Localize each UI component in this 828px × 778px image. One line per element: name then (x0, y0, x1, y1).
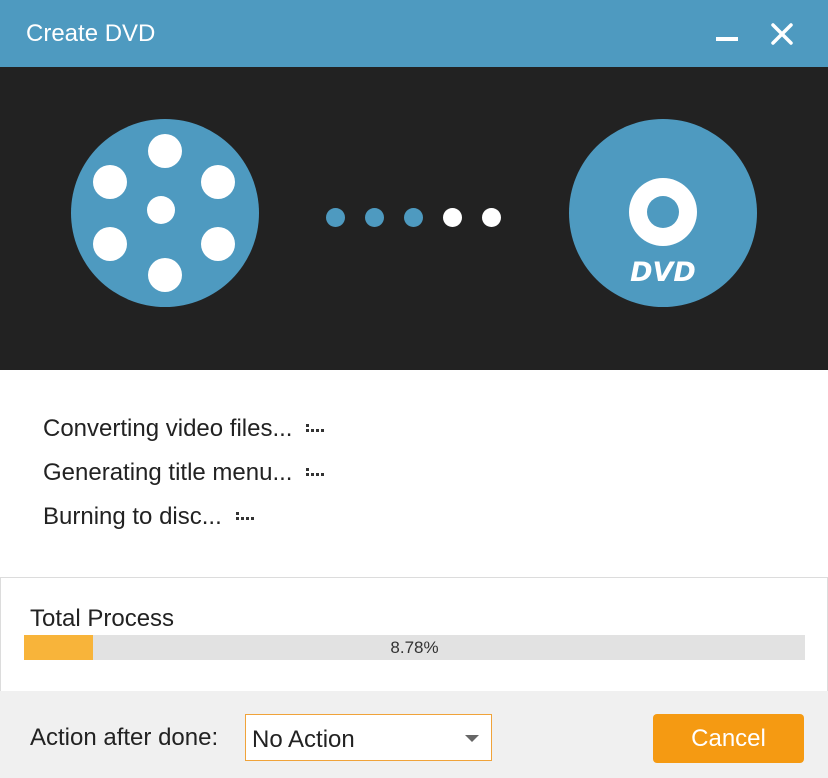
step-label: Generating title menu... (43, 459, 293, 486)
select-value: No Action (252, 726, 355, 753)
progress-dot (326, 208, 345, 227)
title-bar: Create DVD (0, 0, 828, 67)
minimize-icon[interactable] (706, 12, 748, 56)
chevron-down-icon (465, 735, 479, 742)
window-title: Create DVD (26, 20, 156, 47)
step-burning: Burning to disc... (43, 503, 326, 547)
dialog-footer: Action after done: No Action Cancel (0, 691, 828, 778)
progress-dots (326, 208, 506, 228)
total-process-panel: Total Process 8.78% (0, 577, 828, 692)
dvd-disc-icon: DVD (569, 119, 757, 307)
dvd-logo-text: DVD (630, 257, 696, 288)
progress-dot (443, 208, 462, 227)
cancel-button[interactable]: Cancel (653, 714, 804, 763)
close-icon[interactable] (762, 12, 802, 56)
step-list: Converting video files... Generating tit… (43, 415, 326, 547)
total-process-label: Total Process (30, 605, 175, 632)
total-progress-bar: 8.78% (24, 635, 805, 660)
step-label: Burning to disc... (43, 503, 222, 530)
action-after-done-select[interactable]: No Action (245, 714, 492, 761)
step-converting: Converting video files... (43, 415, 326, 459)
film-reel-icon (71, 119, 259, 307)
create-dvd-dialog: Create DVD DVD Converting video files...… (0, 0, 828, 778)
step-label: Converting video files... (43, 415, 293, 442)
action-after-done-label: Action after done: (30, 724, 219, 751)
step-generating-menu: Generating title menu... (43, 459, 326, 503)
progress-banner: DVD (0, 67, 828, 370)
loading-dots-icon (306, 423, 325, 432)
loading-dots-icon (235, 511, 254, 520)
progress-dot (365, 208, 384, 227)
progress-dot (404, 208, 423, 227)
progress-dot (482, 208, 501, 227)
loading-dots-icon (306, 467, 325, 476)
progress-percent: 8.78% (390, 638, 439, 657)
